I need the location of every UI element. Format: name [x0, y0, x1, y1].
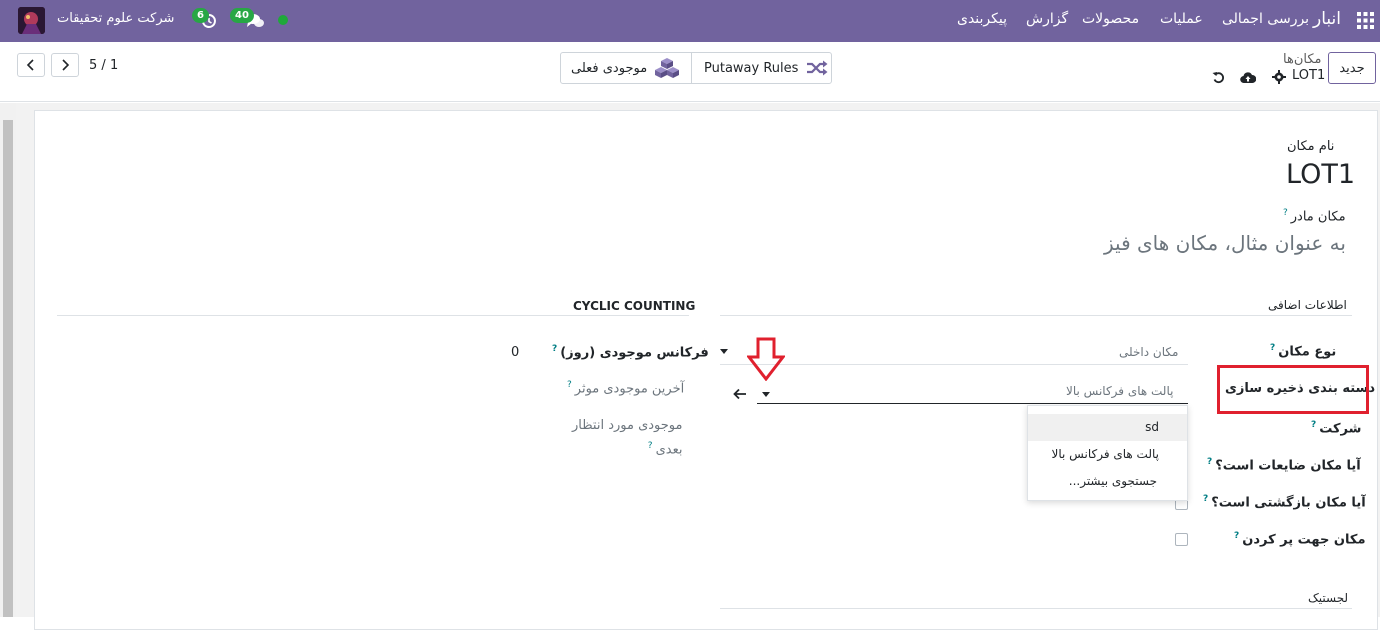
- last-inventory-label: آخرین موجودی موثر?: [567, 380, 685, 397]
- storage-category-underline: [757, 403, 1188, 404]
- chevron-right-icon: [62, 59, 70, 71]
- putaway-rules-button[interactable]: Putaway Rules: [691, 52, 832, 84]
- shuffle-icon: [806, 60, 828, 76]
- cloud-upload-icon[interactable]: [1240, 69, 1257, 84]
- location-name-value[interactable]: LOT1: [1286, 159, 1355, 190]
- cyclic-counting-title: CYCLIC COUNTING: [573, 299, 696, 313]
- form-sheet: [34, 110, 1378, 630]
- storage-category-dropdown: sd پالت های فرکانس بالا جستجوی بیشتر...: [1027, 405, 1188, 501]
- user-avatar[interactable]: [18, 7, 45, 34]
- cubes-icon: [655, 58, 680, 78]
- chevron-left-icon: [26, 59, 34, 71]
- presence-status-icon: [278, 15, 288, 25]
- menu-operations[interactable]: عملیات: [1160, 11, 1203, 27]
- down-arrow-annotation-icon: [745, 337, 787, 382]
- scrollbar[interactable]: [0, 103, 16, 617]
- breadcrumb-parent[interactable]: مکان‌ها: [1283, 52, 1321, 67]
- logistics-divider: [720, 608, 1352, 609]
- menu-overview[interactable]: بررسی اجمالی: [1222, 11, 1309, 27]
- top-navbar: انبار بررسی اجمالی عملیات محصولات گزارش …: [0, 0, 1380, 42]
- location-type-label: نوع مکان?: [1270, 343, 1337, 360]
- current-stock-button[interactable]: موجودی فعلی: [560, 52, 692, 84]
- current-stock-label: موجودی فعلی: [571, 60, 648, 76]
- putaway-rules-label: Putaway Rules: [704, 60, 799, 76]
- dropdown-option[interactable]: sd: [1028, 414, 1187, 441]
- storage-category-caret-icon[interactable]: [762, 392, 770, 397]
- location-type-value[interactable]: مکان داخلی: [1119, 345, 1178, 359]
- breadcrumb-current: LOT1: [1292, 68, 1326, 83]
- gear-icon[interactable]: [1272, 69, 1286, 84]
- activity-count-badge: 6: [192, 8, 209, 23]
- pager-next-button[interactable]: [51, 53, 79, 77]
- menu-configuration[interactable]: پیکربندی: [957, 11, 1007, 27]
- dropdown-option[interactable]: پالت های فرکانس بالا: [1028, 441, 1187, 468]
- menu-reporting[interactable]: گزارش: [1026, 11, 1068, 27]
- scrap-location-label: آیا مکان ضایعات است؟?: [1207, 457, 1361, 474]
- internal-link-arrow-icon[interactable]: [733, 385, 747, 400]
- pager-value[interactable]: 1 / 5: [89, 58, 118, 73]
- search-more-option[interactable]: جستجوی بیشتر...: [1028, 468, 1187, 495]
- parent-location-input[interactable]: به عنوان مثال، مکان های فیز: [1104, 231, 1346, 255]
- inventory-frequency-label: فرکانس موجودی (روز)?: [552, 344, 709, 361]
- parent-location-label: مکان مادر?: [1283, 208, 1346, 225]
- scrollbar-thumb[interactable]: [3, 120, 13, 617]
- discard-undo-icon[interactable]: [1212, 69, 1225, 84]
- highlight-box: [1217, 365, 1369, 414]
- company-label: شرکت?: [1311, 420, 1362, 437]
- replenish-location-label: مکان جهت پر کردن?: [1234, 531, 1366, 548]
- additional-info-title: اطلاعات اضافی: [1268, 298, 1347, 312]
- location-type-dropdown-caret-icon[interactable]: [720, 349, 728, 354]
- company-switcher[interactable]: شرکت علوم تحقیقات: [57, 11, 174, 26]
- logistics-title: لجستیک: [1308, 591, 1349, 605]
- location-type-underline: [720, 364, 1188, 365]
- menu-products[interactable]: محصولات: [1082, 11, 1139, 27]
- new-button[interactable]: جدید: [1328, 52, 1376, 84]
- additional-info-divider: [720, 315, 1352, 316]
- pager-previous-button[interactable]: [17, 53, 45, 77]
- return-location-label: آیا مکان بازگشتی است؟?: [1203, 494, 1366, 511]
- next-inventory-label: موجودی مورد انتظار بعدی?: [572, 418, 683, 458]
- replenish-location-checkbox[interactable]: [1175, 533, 1188, 546]
- cyclic-counting-divider: [57, 315, 689, 316]
- inventory-frequency-value[interactable]: 0: [511, 345, 519, 360]
- message-count-badge: 40: [230, 8, 254, 23]
- storage-category-input[interactable]: پالت های فرکانس بالا: [1066, 384, 1173, 398]
- location-name-label: نام مکان: [1287, 139, 1335, 154]
- app-title[interactable]: انبار: [1313, 9, 1341, 29]
- apps-menu-icon[interactable]: [1357, 12, 1374, 29]
